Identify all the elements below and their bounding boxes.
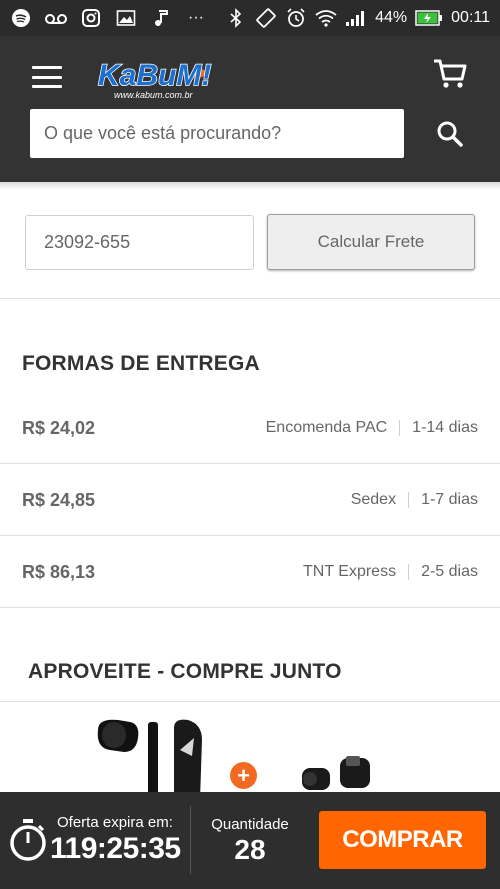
status-bar: ··· 44% 00:11 (0, 0, 500, 36)
offer-countdown: 119:25:35 (50, 832, 181, 865)
shipping-price: R$ 24,85 (22, 489, 96, 510)
separator (399, 420, 401, 436)
rotate-icon (255, 7, 277, 29)
divider (0, 298, 500, 299)
shipping-eta: 1-7 dias (421, 491, 478, 508)
shipping-eta: 2-5 dias (421, 563, 478, 580)
shipping-method: Sedex (350, 491, 397, 508)
menu-icon[interactable] (32, 66, 62, 88)
search-icon[interactable] (432, 116, 468, 152)
shipping-option-tnt[interactable]: R$ 86,13 TNT Express 2-5 dias (0, 536, 500, 608)
bottom-bar: Oferta expira em: 119:25:35 Quantidade 2… (0, 792, 500, 889)
divider (0, 607, 500, 608)
bluetooth-icon (225, 7, 247, 29)
quantity-label: Quantidade (211, 816, 289, 833)
shipping-method: TNT Express (303, 563, 397, 580)
cep-input[interactable] (25, 215, 254, 270)
separator (408, 492, 410, 508)
clock: 00:11 (451, 9, 490, 26)
logo-text: KaBuM! (98, 59, 211, 92)
calculate-shipping-button[interactable]: Calcular Frete (267, 214, 475, 270)
shipping-price: R$ 86,13 (22, 561, 96, 582)
wifi-icon (315, 7, 337, 29)
product-image-headphones-2[interactable] (296, 750, 386, 792)
plus-icon[interactable]: + (230, 762, 257, 789)
shipping-method: Encomenda PAC (265, 419, 388, 436)
separator (408, 564, 410, 580)
battery-icon (415, 7, 443, 29)
product-image-headphones-1[interactable] (88, 710, 218, 792)
search-input[interactable] (30, 109, 404, 158)
shipping-option-pac[interactable]: R$ 24,02 Encomenda PAC 1-14 dias (0, 392, 500, 464)
signal-icon (345, 7, 367, 29)
app-header: KaBuM! www.kabum.com.br (0, 36, 500, 182)
kabum-logo[interactable]: KaBuM! www.kabum.com.br (96, 53, 216, 101)
buy-button[interactable]: COMPRAR (319, 811, 486, 869)
image-icon (115, 7, 137, 29)
stopwatch-icon (9, 818, 47, 862)
cart-icon[interactable] (432, 58, 468, 90)
quantity-value: 28 (234, 834, 266, 865)
alarm-icon (285, 7, 307, 29)
combo-products: + (0, 702, 500, 792)
shipping-price: R$ 24,02 (22, 417, 96, 438)
shipping-eta: 1-14 dias (412, 419, 478, 436)
voicemail-icon (45, 7, 67, 29)
spotify-icon (10, 7, 32, 29)
combo-title: APROVEITE - COMPRE JUNTO (28, 660, 342, 683)
music-icon (150, 7, 172, 29)
logo-url: www.kabum.com.br (114, 90, 194, 100)
more-icon: ··· (188, 9, 204, 26)
header-shadow (0, 182, 500, 190)
instagram-icon (80, 7, 102, 29)
offer-expires-label: Oferta expira em: (57, 814, 173, 831)
battery-percent: 44% (375, 9, 408, 26)
delivery-title: FORMAS DE ENTREGA (22, 352, 260, 375)
shipping-option-sedex[interactable]: R$ 24,85 Sedex 1-7 dias (0, 464, 500, 536)
